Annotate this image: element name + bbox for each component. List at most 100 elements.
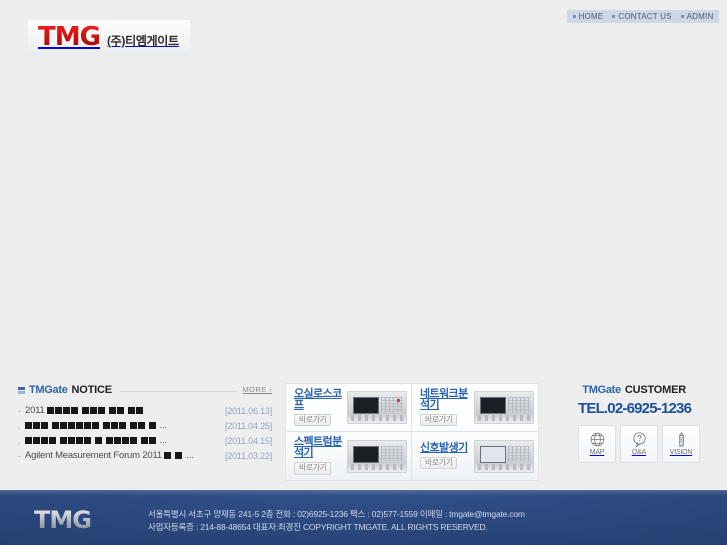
- missing-glyph-box: [82, 407, 90, 414]
- notice-more-link[interactable]: MORE ›: [243, 385, 272, 394]
- customer-button-qa[interactable]: Q&A: [620, 424, 658, 463]
- missing-glyph-box: [24, 422, 32, 429]
- missing-glyph-box: [148, 437, 156, 444]
- customer-panel-header: TMGate CUSTOMER: [578, 382, 700, 396]
- oscilloscope-photo: [347, 391, 407, 424]
- customer-shortcut-buttons: MAP Q&A VISION: [578, 424, 700, 463]
- bullet-icon: [612, 15, 616, 18]
- tile-text-group: 네트워크분석기 바로가기: [420, 388, 474, 427]
- missing-glyph-box: [63, 407, 71, 414]
- missing-glyph-box: [117, 407, 125, 414]
- notice-bullet-icon: .: [18, 435, 21, 446]
- vision-tower-icon: [678, 431, 684, 447]
- missing-glyph-box: [113, 437, 121, 444]
- notice-row-date: [2011.04.15]: [225, 435, 272, 446]
- missing-glyph-box: [140, 437, 148, 444]
- product-goto-button[interactable]: 바로가기: [294, 413, 332, 427]
- missing-glyph-box: [59, 437, 67, 444]
- customer-panel: TMGate CUSTOMER TEL.02-6925-1236 MAP Q&A…: [578, 382, 700, 463]
- notice-row[interactable]: - Agilent Measurement Forum 2011 ... [2011…: [18, 448, 272, 463]
- missing-glyph-box: [75, 422, 83, 429]
- notice-row-date: [2011.03.22]: [225, 450, 272, 461]
- notice-title-word: NOTICE: [71, 384, 113, 396]
- missing-glyph-box: [71, 407, 79, 414]
- notice-row-title[interactable]: Agilent Measurement Forum 2011 ...: [25, 450, 225, 461]
- product-tile-signal-generator[interactable]: 신호발생기 바로가기: [412, 432, 538, 480]
- product-title-oscilloscope[interactable]: 오실로스코프: [294, 388, 347, 411]
- question-bubble-icon: [632, 432, 646, 448]
- missing-glyph-box: [67, 422, 75, 429]
- device-base: [478, 463, 530, 470]
- header-divider: [119, 391, 237, 392]
- missing-glyph-box: [55, 407, 63, 414]
- customer-button-vision[interactable]: VISION: [662, 424, 700, 463]
- missing-glyph-box: [40, 437, 48, 444]
- notice-row[interactable]: -2011 [2011.06.13]: [18, 403, 272, 418]
- notice-row-date: [2011.06.13]: [225, 405, 272, 416]
- notice-row[interactable]: .... [2011.04.15]: [18, 433, 272, 448]
- product-tile-oscilloscope[interactable]: 오실로스코프 바로가기: [286, 384, 412, 432]
- notice-row-title[interactable]: 2011: [25, 405, 225, 416]
- device-base: [351, 415, 403, 421]
- customer-title-word: CUSTOMER: [624, 384, 686, 396]
- product-goto-button[interactable]: 바로가기: [420, 413, 458, 427]
- product-tile-spectrum-analyzer[interactable]: 스펙트럼분석기 바로가기: [286, 432, 412, 480]
- product-goto-button[interactable]: 바로가기: [420, 456, 458, 470]
- missing-glyph-box: [129, 422, 137, 429]
- notice-bullet-icon: -: [18, 450, 21, 461]
- signal-generator-photo: [474, 439, 534, 473]
- missing-glyph-box: [83, 437, 91, 444]
- missing-glyph-box: [118, 422, 126, 429]
- missing-glyph-box: [148, 422, 156, 429]
- device-screen: [353, 445, 379, 463]
- customer-telephone: TEL.02-6925-1236: [578, 400, 692, 417]
- missing-glyph-box: [59, 422, 67, 429]
- missing-glyph-box: [137, 422, 145, 429]
- device-controls: [508, 445, 530, 461]
- missing-glyph-box: [83, 422, 91, 429]
- product-title-network-analyzer[interactable]: 네트워크분석기: [420, 388, 474, 411]
- panel-marker-icon: [18, 387, 25, 394]
- customer-button-label-vision: VISION: [669, 449, 693, 456]
- tile-text-group: 스펙트럼분석기 바로가기: [294, 437, 347, 475]
- globe-icon: [590, 432, 604, 447]
- missing-glyph-box: [48, 437, 56, 444]
- bullet-icon: [680, 15, 684, 18]
- product-title-spectrum-analyzer[interactable]: 스펙트럼분석기: [294, 437, 347, 459]
- customer-button-label-map: MAP: [589, 449, 605, 456]
- missing-glyph-box: [102, 422, 110, 429]
- missing-glyph-box: [91, 422, 99, 429]
- device-screen: [353, 397, 379, 414]
- customer-button-map[interactable]: MAP: [578, 424, 616, 463]
- spectrum-analyzer-photo: [347, 439, 407, 473]
- missing-glyph-box: [40, 422, 48, 429]
- notice-panel: TMGate NOTICE MORE › -2011 [2011.06.13].…: [18, 382, 272, 463]
- missing-glyph-box: [128, 407, 136, 414]
- site-logo[interactable]: TMG (주)티엠게이트: [38, 24, 179, 50]
- product-title-signal-generator[interactable]: 신호발생기: [420, 442, 468, 454]
- logo-mark-tmg: TMG: [38, 22, 101, 52]
- tile-text-group: 오실로스코프 바로가기: [294, 388, 347, 427]
- notice-list: -2011 [2011.06.13].... [2011.04.25].... [2…: [18, 403, 272, 463]
- missing-glyph-box: [32, 437, 40, 444]
- network-analyzer-photo: [474, 391, 534, 424]
- notice-panel-header: TMGate NOTICE MORE ›: [18, 382, 272, 396]
- footer-company-info: 서울특별시 서초구 양재동 241-5 2층 전화 : 02)6925-1236…: [148, 508, 668, 534]
- missing-glyph-box: [98, 407, 106, 414]
- notice-row[interactable]: .... [2011.04.25]: [18, 418, 272, 433]
- device-indicator: [397, 399, 400, 402]
- product-tile-network-analyzer[interactable]: 네트워크분석기 바로가기: [412, 384, 538, 432]
- device-controls: [508, 397, 530, 412]
- missing-glyph-box: [90, 407, 98, 414]
- missing-glyph-box: [129, 437, 137, 444]
- missing-glyph-box: [67, 437, 75, 444]
- bottom-content-strip: TMGate NOTICE MORE › -2011 [2011.06.13].…: [0, 378, 727, 490]
- product-goto-button[interactable]: 바로가기: [294, 462, 332, 475]
- notice-row-title[interactable]: ...: [24, 420, 226, 431]
- notice-row-title[interactable]: ...: [24, 435, 226, 446]
- footer-registration-line: 사업자등록증 : 214-88-48654 대표자:최경진 COPYRIGHT …: [148, 522, 488, 532]
- missing-glyph-box: [105, 437, 113, 444]
- logo-company-name: (주)티엠게이트: [106, 34, 179, 48]
- tile-text-group: 신호발생기 바로가기: [420, 442, 468, 470]
- missing-glyph-box: [51, 422, 59, 429]
